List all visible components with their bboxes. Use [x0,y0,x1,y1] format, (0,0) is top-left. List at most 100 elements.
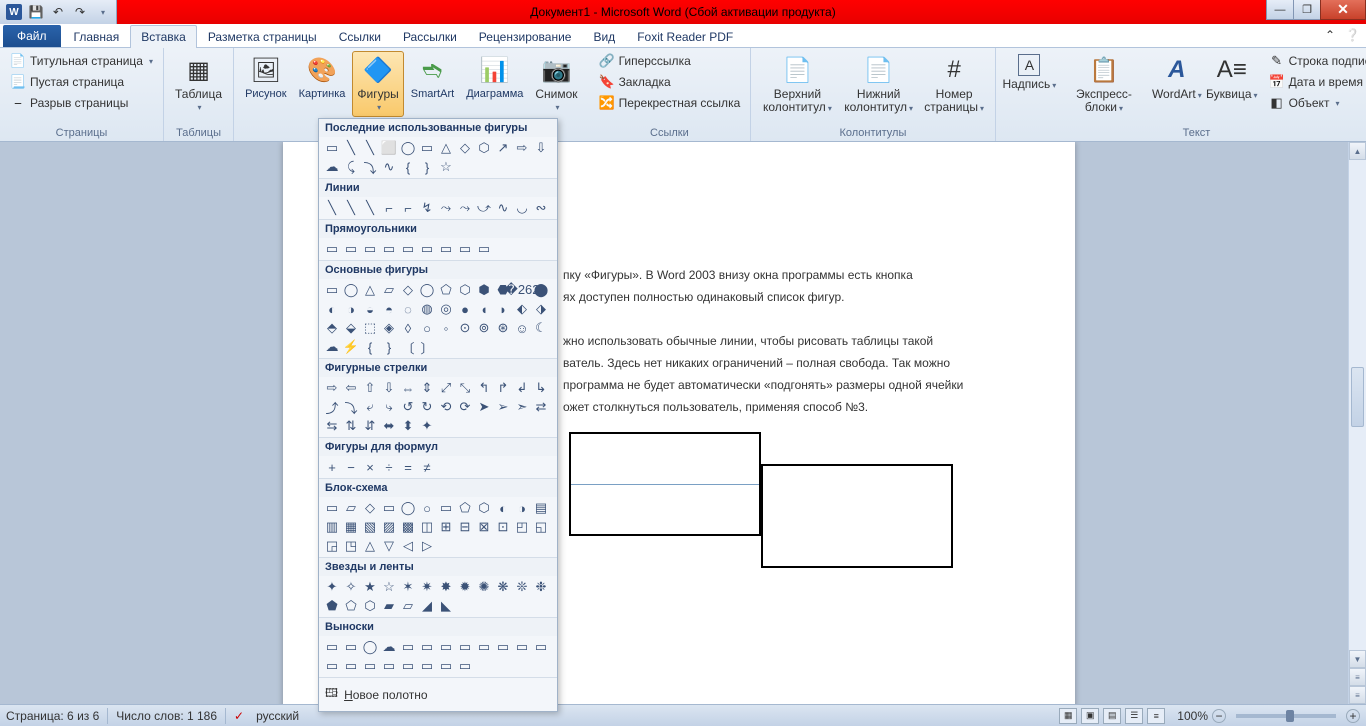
qat-customize[interactable]: ▾ [92,2,112,22]
minimize-button[interactable]: — [1266,0,1294,20]
shape-item[interactable]: ⤳ [456,199,474,217]
zoom-in-button[interactable]: + [1346,709,1360,723]
shape-item[interactable]: ○ [418,499,436,517]
shape-item[interactable]: ◰ [513,518,531,536]
shape-item[interactable]: { [361,338,379,356]
shape-item[interactable]: ▩ [399,518,417,536]
shape-item[interactable]: ⇨ [513,139,531,157]
zoom-out-button[interactable]: − [1212,709,1226,723]
shape-item[interactable]: ▭ [418,240,436,258]
page-break-button[interactable]: ⎯Разрыв страницы [6,93,157,113]
shape-item[interactable]: ⟲ [437,398,455,416]
shape-item[interactable]: ⬜ [380,139,398,157]
shape-item[interactable]: ▭ [380,657,398,675]
shape-item[interactable]: ⇆ [323,417,341,435]
shape-item[interactable]: ○ [418,319,436,337]
shape-item[interactable]: ⊞ [437,518,455,536]
shape-item[interactable]: ✷ [418,578,436,596]
shape-item[interactable]: ▭ [323,240,341,258]
footer-button[interactable]: 📄Нижний колонтитул▾ [840,51,918,118]
shape-item[interactable]: ▭ [399,638,417,656]
sigline-button[interactable]: ✎Строка подписи▾ [1265,51,1366,71]
shape-item[interactable]: ▱ [399,597,417,615]
shape-item[interactable]: ◳ [342,537,360,555]
picture-button[interactable]: 🖼Рисунок [240,51,292,103]
shape-item[interactable]: �262 [513,281,531,299]
shape-item[interactable]: △ [361,281,379,299]
wordart-button[interactable]: AWordArt▾ [1151,51,1203,105]
drawn-line[interactable] [571,484,759,485]
shape-item[interactable]: ∿ [380,158,398,176]
shape-item[interactable]: ↳ [532,379,550,397]
shape-item[interactable]: ⬌ [380,417,398,435]
pagenum-button[interactable]: #Номер страницы▾ [920,51,989,118]
shape-item[interactable]: ▭ [437,657,455,675]
shape-item[interactable]: ▭ [399,657,417,675]
shapes-button[interactable]: 🔷Фигуры▾ [352,51,403,117]
shape-item[interactable]: ⬢ [475,281,493,299]
tab-references[interactable]: Ссылки [328,25,392,48]
datetime-button[interactable]: 📅Дата и время [1265,72,1366,92]
shape-item[interactable]: ◓ [380,300,398,318]
shape-item[interactable]: ⊛ [494,319,512,337]
shape-item[interactable]: 〔 [399,338,417,356]
undo-button[interactable]: ↶ [48,2,68,22]
shape-item[interactable]: { [399,158,417,176]
status-words[interactable]: Число слов: 1 186 [116,709,217,723]
shape-item[interactable]: ⌐ [380,199,398,217]
cover-page-button[interactable]: 📄Титульная страница▾ [6,51,157,71]
shape-item[interactable]: ☁ [323,338,341,356]
shape-item[interactable]: ∾ [532,199,550,217]
help-icon[interactable]: ❔ [1345,28,1360,42]
object-button[interactable]: ◧Объект▾ [1265,93,1366,113]
shape-item[interactable]: ÷ [380,458,398,476]
shape-item[interactable]: ╲ [342,139,360,157]
shape-item[interactable]: ◯ [399,499,417,517]
shape-item[interactable]: ◑ [342,300,360,318]
tab-insert[interactable]: Вставка [130,25,197,48]
shape-item[interactable]: ◇ [361,499,379,517]
shape-item[interactable]: ◲ [323,537,341,555]
shape-item[interactable]: × [361,458,379,476]
clipart-button[interactable]: 🎨Картинка [294,51,351,103]
shape-item[interactable]: ╲ [361,139,379,157]
chart-button[interactable]: 📊Диаграмма [461,51,528,103]
shape-item[interactable]: ▷ [418,537,436,555]
shape-item[interactable]: ▭ [380,499,398,517]
shape-item[interactable]: ⇄ [532,398,550,416]
shape-item[interactable]: ↺ [399,398,417,416]
shape-item[interactable]: ⇕ [418,379,436,397]
shape-item[interactable]: ▭ [456,240,474,258]
shape-item[interactable]: ⤳ [437,199,455,217]
shape-item[interactable]: ◑ [513,499,531,517]
view-print-layout[interactable]: ▦ [1059,708,1077,724]
shape-item[interactable]: ▱ [380,281,398,299]
quickparts-button[interactable]: 📋Экспресс-блоки▾ [1059,51,1149,118]
shape-item[interactable]: ⬠ [456,499,474,517]
shape-item[interactable]: ◖ [475,300,493,318]
shape-item[interactable]: ▭ [456,638,474,656]
shape-item[interactable]: ✦ [418,417,436,435]
shape-item[interactable]: ⇨ [323,379,341,397]
shape-item[interactable]: ◐ [494,499,512,517]
shape-item[interactable]: ⚡ [342,338,360,356]
shape-item[interactable]: ⟳ [456,398,474,416]
shape-item[interactable]: ⊚ [475,319,493,337]
shape-item[interactable]: ⬠ [342,597,360,615]
tab-pagelayout[interactable]: Разметка страницы [197,25,328,48]
screenshot-button[interactable]: 📷Снимок▾ [530,51,582,117]
shape-item[interactable]: ⇩ [532,139,550,157]
shape-item[interactable]: ◱ [532,518,550,536]
shape-item[interactable]: ☺ [513,319,531,337]
shape-item[interactable]: ☁ [380,638,398,656]
shape-item[interactable]: ⬟ [323,597,341,615]
shape-item[interactable]: ⊙ [456,319,474,337]
shape-item[interactable]: ▭ [380,240,398,258]
shape-item[interactable]: ▨ [380,518,398,536]
shape-item[interactable]: ▭ [437,240,455,258]
shape-item[interactable]: ⤷ [380,398,398,416]
shape-item[interactable]: ▭ [323,657,341,675]
shape-item[interactable]: ▭ [323,499,341,517]
shape-item[interactable]: ◯ [342,281,360,299]
textbox-button[interactable]: AНадпись▾ [1002,51,1058,95]
